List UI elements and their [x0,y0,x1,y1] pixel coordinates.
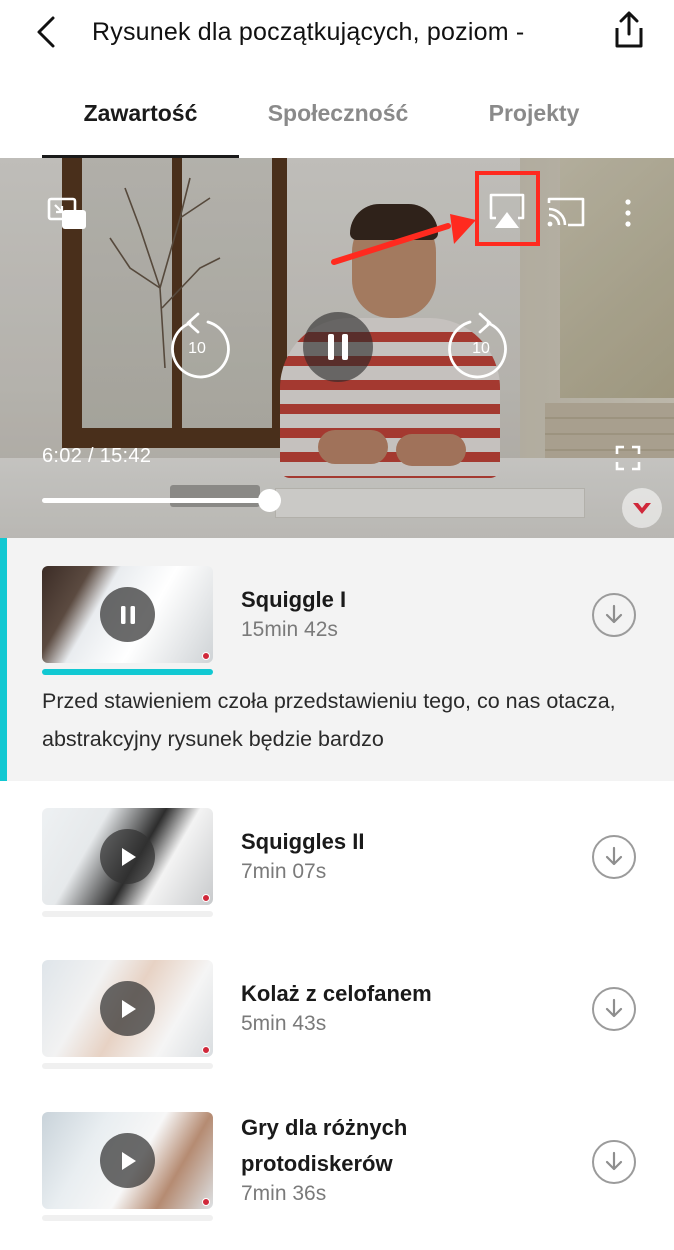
app-header: Rysunek dla początkujących, poziom - [0,0,674,68]
lesson-play-button[interactable] [100,981,155,1036]
lesson-duration: 7min 36s [241,1182,327,1205]
play-icon [121,1151,136,1170]
lesson-title: Kolaż z celofanem [241,981,432,1006]
download-icon [605,998,623,1018]
brand-logo-icon [633,503,651,514]
tab-projekty[interactable]: Projekty [436,80,632,158]
picture-in-picture-button[interactable] [44,194,90,234]
video-player[interactable]: 10 10 6:02 / 15:42 [0,158,674,538]
lesson-title: Squiggles II [241,829,365,854]
download-icon [605,1151,623,1171]
download-button[interactable] [592,593,636,637]
pause-icon [120,605,135,624]
progress-bar-remaining[interactable] [270,498,630,503]
lesson-duration: 15min 42s [241,618,338,641]
download-icon [605,604,623,624]
lesson-thumbnail[interactable] [42,960,213,1057]
lesson-duration: 7min 07s [241,860,327,883]
brand-logo [622,488,662,528]
lesson-progress-bar [42,1215,213,1221]
share-icon [615,11,643,48]
lesson-description: Przed stawieniem czoła przedstawieniu te… [42,689,616,751]
forward-10-button[interactable]: 10 [442,310,520,388]
page-title: Rysunek dla początkujących, poziom - [92,18,525,46]
lesson-thumbnail[interactable] [42,808,213,905]
lesson-progress-bar [42,669,213,675]
fullscreen-button[interactable] [610,440,646,476]
annotation-arrow-icon [331,214,476,265]
tab-spolecznosc[interactable]: Społeczność [240,80,436,158]
play-icon [121,999,136,1018]
chevron-left-icon [37,16,55,48]
lesson-item[interactable]: Kolaż z celofanem 5min 43s [0,960,674,1070]
lesson-title: Gry dla różnych protodiskerów [241,1115,408,1176]
progress-bar-played[interactable] [42,498,270,503]
lesson-thumbnail[interactable] [42,1112,213,1209]
playback-time: 6:02 / 15:42 [42,445,152,467]
pause-icon [328,334,348,360]
thumbnail-badge [202,652,210,660]
cast-button[interactable] [544,192,588,232]
lesson-thumbnail[interactable] [42,566,213,663]
tab-zawartosc[interactable]: Zawartość [42,80,239,158]
share-button[interactable] [608,8,650,52]
active-lesson-indicator [0,538,7,781]
lesson-play-button[interactable] [100,1133,155,1188]
lesson-title: Squiggle I [241,587,347,612]
more-vertical-icon [625,199,631,227]
lesson-item[interactable]: Squiggles II 7min 07s [0,808,674,918]
lesson-item-active[interactable]: Squiggle I 15min 42s Przed stawieniem cz… [0,538,674,781]
rewind-seconds-label: 10 [188,340,206,357]
download-icon [605,846,623,866]
progress-scrubber[interactable] [258,489,281,512]
picture-in-picture-icon [47,197,86,229]
rewind-10-button[interactable]: 10 [158,310,236,388]
more-options-button[interactable] [612,192,644,234]
download-button[interactable] [592,1140,636,1184]
lesson-progress-bar [42,911,213,917]
thumbnail-badge [202,894,210,902]
lesson-pause-button[interactable] [100,587,155,642]
play-icon [121,847,136,866]
pause-button[interactable] [303,312,373,382]
lesson-play-button[interactable] [100,829,155,884]
thumbnail-badge [202,1198,210,1206]
lesson-duration: 5min 43s [241,1012,327,1035]
back-button[interactable] [28,12,64,52]
airplay-icon [489,193,525,228]
fullscreen-icon [615,445,641,471]
lesson-progress-bar [42,1063,213,1069]
forward-seconds-label: 10 [472,340,490,357]
download-button[interactable] [592,835,636,879]
cast-icon [547,197,585,227]
lesson-item[interactable]: Gry dla różnych protodiskerów 7min 36s [0,1110,674,1230]
download-button[interactable] [592,987,636,1031]
thumbnail-badge [202,1046,210,1054]
airplay-button[interactable] [482,188,532,234]
tab-bar: Zawartość Społeczność Projekty [0,80,674,158]
